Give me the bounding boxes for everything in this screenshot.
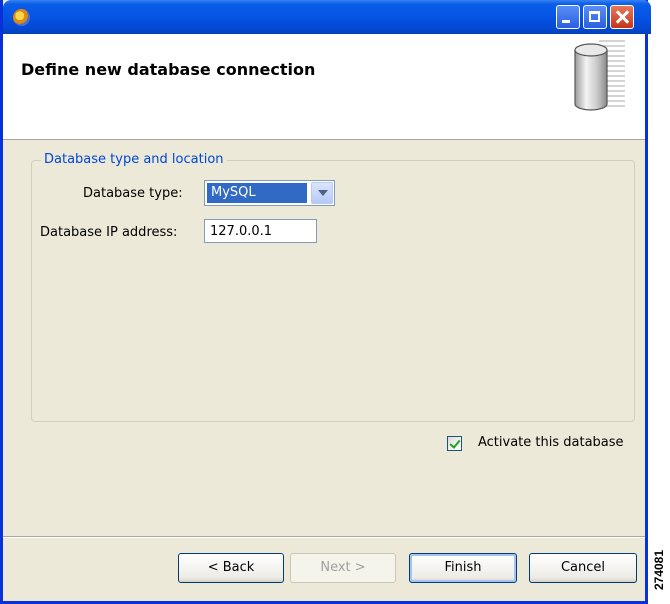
database-ip-input[interactable] [204,219,317,243]
finish-button[interactable]: Finish [409,553,517,583]
maximize-icon[interactable] [583,5,607,29]
database-type-value: MySQL [207,183,307,203]
app-logo-icon [13,9,30,26]
wizard-header: Define new database connection [3,34,645,140]
database-type-select[interactable]: MySQL [204,180,335,206]
database-type-label: Database type: [83,186,183,201]
title-bar[interactable] [3,0,651,34]
minimize-icon[interactable] [556,5,580,29]
figure-number-text: 274081 [652,549,666,591]
close-icon[interactable] [610,5,634,29]
activate-database-checkbox[interactable] [447,436,462,451]
back-button[interactable]: < Back [178,553,284,583]
next-button: Next > [290,553,396,583]
group-title: Database type and location [41,152,227,167]
cancel-button[interactable]: Cancel [529,553,637,583]
figure-number: 274081 [652,540,668,600]
activate-database-label[interactable]: Activate this database [478,435,624,450]
page-title: Define new database connection [21,60,316,79]
button-separator [3,536,645,538]
chevron-down-icon[interactable] [311,182,333,204]
dialog-window: Define new database connection Database … [0,0,651,604]
database-cylinder-icon [574,40,625,111]
database-ip-label: Database IP address: [40,225,178,240]
